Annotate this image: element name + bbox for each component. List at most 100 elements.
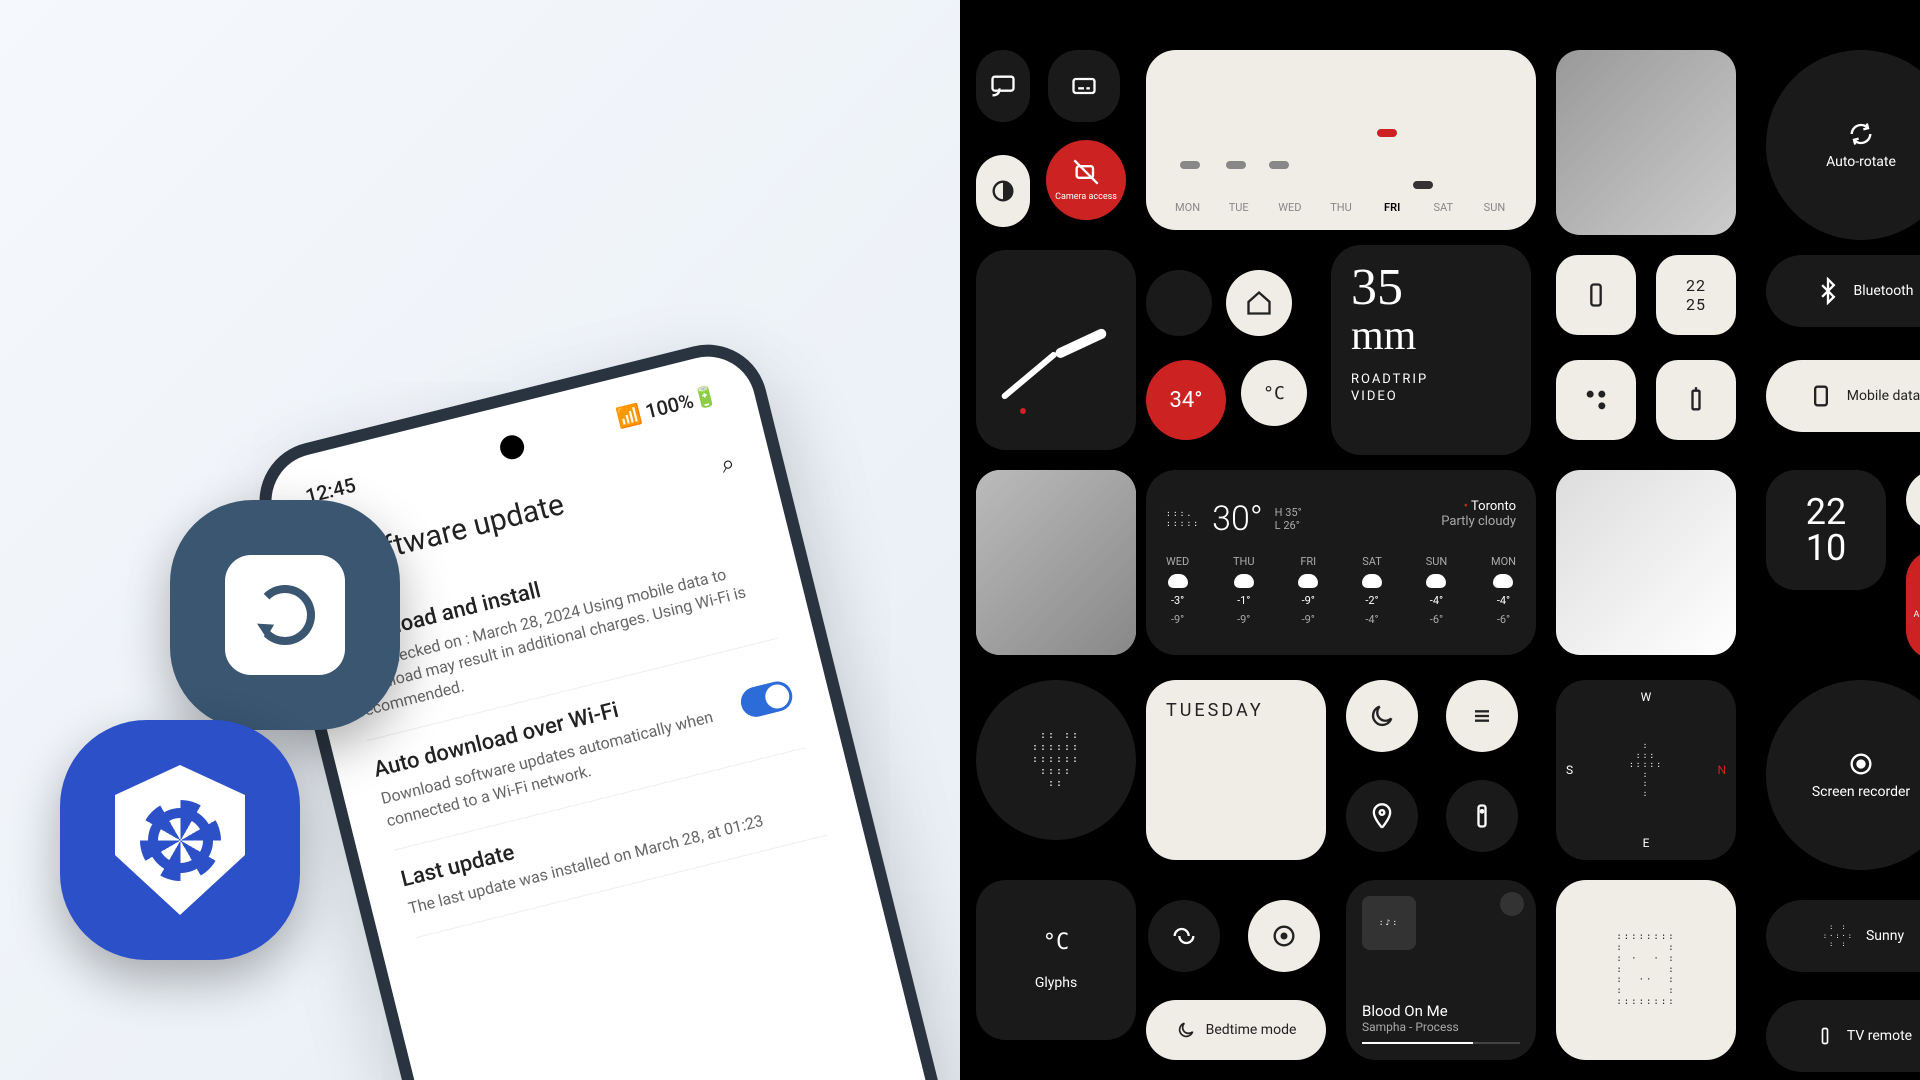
- autorotate-red-tile[interactable]: Auto-rotate: [1906, 550, 1920, 660]
- calendar-day: WED: [1264, 201, 1315, 214]
- loop-icon: [1170, 922, 1198, 950]
- rotate-small-tile[interactable]: [1906, 470, 1920, 530]
- bluetooth-tile[interactable]: Bluetooth: [1766, 255, 1920, 327]
- contrast-tile[interactable]: [976, 155, 1030, 227]
- weather-widget[interactable]: :::.::::: 30° H 35° L 26° • Toronto Part…: [1146, 470, 1536, 655]
- wifi-auto-toggle[interactable]: [738, 678, 796, 720]
- battery-tile[interactable]: [1656, 360, 1736, 440]
- blank-circle[interactable]: [1146, 270, 1212, 336]
- analog-clock-widget[interactable]: [976, 250, 1136, 450]
- record-tile[interactable]: [1248, 900, 1320, 972]
- tile-label: TV remote: [1847, 1028, 1912, 1044]
- face-widget[interactable]: ::::::::: :: · · :: :: ·· :: :::::::::: [1556, 880, 1736, 1060]
- lens-widget[interactable]: 35 mm ROADTRIP VIDEO: [1331, 245, 1531, 455]
- forecast-day: THU-1°-9°: [1233, 555, 1255, 626]
- glyph-heart-widget[interactable]: :: :::::::::::::: :::: ::: [976, 680, 1136, 840]
- mobile-data-tile[interactable]: Mobile data: [1766, 360, 1920, 432]
- spotify-icon: [1500, 892, 1524, 916]
- pin-icon: [1368, 802, 1396, 830]
- clock-second-dot: [1020, 408, 1026, 414]
- moon-icon: [1368, 702, 1396, 730]
- focal-length: 35: [1351, 259, 1403, 316]
- tile-label: Mobile data: [1847, 388, 1920, 404]
- camera-access-tile[interactable]: Camera access: [1046, 140, 1126, 220]
- calendar-day: TUE: [1213, 201, 1264, 214]
- photo-widget-2[interactable]: [976, 470, 1136, 655]
- weather-forecast-row: WED-3°-9° THU-1°-9° FRI-9°-9° SAT-2°-4° SUN-…: [1166, 555, 1516, 626]
- dnd-tile[interactable]: [1346, 680, 1418, 752]
- calendar-day: MON: [1162, 201, 1213, 214]
- sun-icon: : ::·:·: : :: [1823, 923, 1854, 948]
- weather-small-tile[interactable]: : ::·:·: : : Sunny: [1766, 900, 1920, 972]
- clock-minutes: 10: [1806, 530, 1846, 566]
- screen-recorder-tile[interactable]: Screen recorder: [1766, 680, 1920, 870]
- tile-label: Glyphs: [1035, 975, 1077, 991]
- digital-clock-large[interactable]: 22 10: [1766, 470, 1886, 590]
- day-widget[interactable]: TUESDAY: [1146, 680, 1326, 860]
- subtitle-icon: [1070, 72, 1098, 100]
- forecast-day: WED-3°-9°: [1166, 555, 1189, 626]
- dice-tile[interactable]: [1556, 360, 1636, 440]
- list-tile[interactable]: [1446, 680, 1518, 752]
- cast-tile[interactable]: [976, 50, 1030, 122]
- calendar-day-row: MONTUEWEDTHUFRISATSUN: [1162, 201, 1520, 214]
- forecast-day: SAT-2°-4°: [1362, 555, 1382, 626]
- temperature-tile[interactable]: 34°: [1146, 360, 1226, 440]
- autorotate-tile[interactable]: Auto-rotate: [1766, 50, 1920, 240]
- glyphs-widget[interactable]: °C Glyphs: [976, 880, 1136, 1040]
- phone-device-tile[interactable]: [1556, 255, 1636, 335]
- status-battery: 📶 100%🔋: [614, 382, 720, 430]
- clock-hour-hand: [1054, 327, 1108, 359]
- security-icon-badge: [60, 720, 300, 960]
- forecast-day: MON-4°-6°: [1491, 555, 1516, 626]
- photo-placeholder: [1556, 470, 1736, 655]
- compass-arrow-icon: : :::::::: : : :: [1629, 741, 1663, 799]
- tile-label: Screen recorder: [1812, 784, 1910, 800]
- temp-unit-tile[interactable]: °C: [1241, 360, 1307, 426]
- calendar-widget[interactable]: MONTUEWEDTHUFRISATSUN: [1146, 50, 1536, 230]
- weather-low: L 26°: [1275, 519, 1302, 532]
- tile-label: Sunny: [1866, 928, 1904, 944]
- album-art: :♪:: [1362, 896, 1416, 950]
- shield-icon: [115, 765, 245, 915]
- tile-label: Auto-rotate: [1914, 610, 1920, 620]
- home-icon: [1245, 289, 1273, 317]
- compass-widget[interactable]: W E S N : :::::::: : : :: [1556, 680, 1736, 860]
- remote-icon: [1815, 1026, 1835, 1046]
- clock-minutes: 25: [1686, 295, 1706, 314]
- lens-line2: VIDEO: [1351, 389, 1398, 404]
- refresh-icon: [255, 585, 315, 645]
- track-artist: Sampha - Process: [1362, 1020, 1520, 1034]
- weather-high: H 35°: [1275, 506, 1302, 519]
- clock-face: [996, 270, 1116, 430]
- location-tile[interactable]: [1346, 780, 1418, 852]
- music-widget[interactable]: :♪: Blood On Me Sampha - Process: [1346, 880, 1536, 1060]
- left-promo-panel: 12:45 📶 100%🔋 ‹ Software update ⌕ Downlo…: [0, 0, 960, 1080]
- tile-label: Bedtime mode: [1206, 1022, 1297, 1038]
- calendar-day: FRI: [1367, 201, 1418, 214]
- widget-gallery: Camera access MONTUEWEDTHUFRISATSUN Auto…: [960, 0, 1920, 1080]
- photo-widget-3[interactable]: [1556, 470, 1736, 655]
- forecast-day: FRI-9°-9°: [1298, 555, 1318, 626]
- record-icon: [1270, 922, 1298, 950]
- bluetooth-icon: [1814, 277, 1842, 305]
- compass-n: N: [1717, 763, 1726, 777]
- camera-off-icon: [1072, 158, 1100, 186]
- weather-city: Toronto: [1471, 499, 1516, 514]
- bedtime-tile[interactable]: Bedtime mode: [1146, 1000, 1326, 1060]
- remote-tile[interactable]: [1446, 780, 1518, 852]
- tv-remote-tile[interactable]: TV remote: [1766, 1000, 1920, 1072]
- home-tile[interactable]: [1226, 270, 1292, 336]
- photo-widget-1[interactable]: [1556, 50, 1736, 235]
- digital-clock-small[interactable]: 22 25: [1656, 255, 1736, 335]
- record-icon: [1847, 750, 1875, 778]
- temp-unit-icon: °C: [1043, 930, 1070, 955]
- remote-icon: [1468, 802, 1496, 830]
- caption-tile[interactable]: [1048, 50, 1120, 122]
- track-progress: [1362, 1042, 1473, 1044]
- loop-tile[interactable]: [1148, 900, 1220, 972]
- search-icon[interactable]: ⌕: [718, 448, 738, 478]
- weather-now-temp: 30°: [1212, 499, 1263, 539]
- forecast-day: SUN-4°-6°: [1426, 555, 1448, 626]
- temp-value: 34°: [1170, 388, 1203, 413]
